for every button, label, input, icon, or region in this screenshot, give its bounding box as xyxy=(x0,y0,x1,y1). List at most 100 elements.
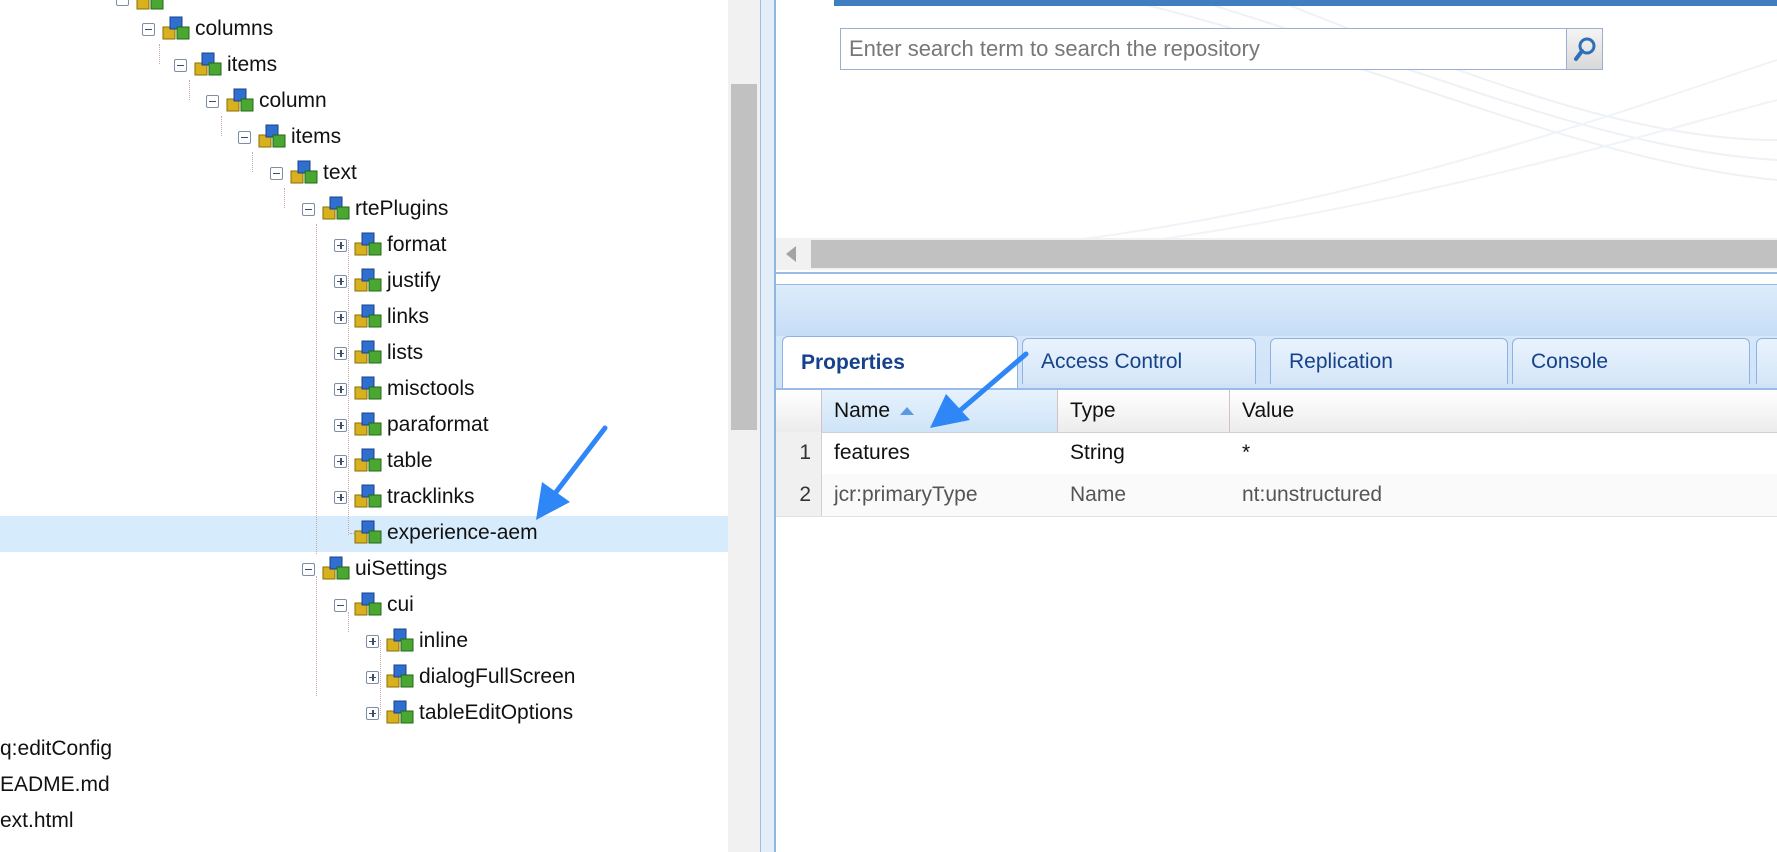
node-icon xyxy=(322,556,350,580)
horizontal-scrollbar-thumb[interactable] xyxy=(811,240,1777,268)
tree-item-editconfig[interactable]: q:editConfig xyxy=(0,732,112,766)
tree-node-text[interactable]: text xyxy=(270,156,357,190)
tree-node-lists[interactable]: lists xyxy=(334,336,423,370)
annotation-arrow xyxy=(536,425,608,520)
property-name[interactable]: features xyxy=(822,432,1058,474)
collapse-icon[interactable] xyxy=(302,202,315,216)
tree-node-column[interactable]: column xyxy=(206,84,327,118)
expand-icon[interactable] xyxy=(334,310,347,324)
tree-node-label: items xyxy=(227,53,278,76)
tree-node-label: paraformat xyxy=(387,413,489,436)
tree-node-dialogFullScreen[interactable]: dialogFullScreen xyxy=(366,660,575,694)
column-header-value[interactable]: Value xyxy=(1230,390,1777,432)
expand-icon[interactable] xyxy=(334,418,347,432)
expand-icon[interactable] xyxy=(334,346,347,360)
property-value[interactable]: nt:unstructured xyxy=(1230,474,1777,516)
tree-guide xyxy=(221,116,222,136)
sort-ascending-icon xyxy=(900,407,915,415)
search-box xyxy=(840,28,1603,70)
tree-node-items-1[interactable]: items xyxy=(174,48,277,82)
property-type[interactable]: Name xyxy=(1058,474,1230,516)
node-icon xyxy=(386,664,414,688)
tree-node-misctools[interactable]: misctools xyxy=(334,372,475,406)
node-icon xyxy=(354,412,382,436)
table-row[interactable]: 1 features String * xyxy=(776,432,1777,475)
tree-guide xyxy=(252,152,253,172)
search-input[interactable] xyxy=(841,29,1566,69)
search-area xyxy=(776,0,1777,274)
tree-node-justify[interactable]: justify xyxy=(334,264,441,298)
table-row[interactable]: 2 jcr:primaryType Name nt:unstructured xyxy=(776,474,1777,517)
expand-icon[interactable] xyxy=(334,454,347,468)
row-number: 2 xyxy=(776,474,822,516)
tree-node-tracklinks[interactable]: tracklinks xyxy=(334,480,475,514)
tab-access-control[interactable]: Access Control xyxy=(1022,338,1256,384)
tree-guide xyxy=(159,44,160,64)
tree-node-label: lists xyxy=(387,341,424,364)
expand-icon[interactable] xyxy=(366,634,379,648)
content-panel: Properties Access Control Replication Co… xyxy=(776,0,1777,852)
row-number-header xyxy=(776,390,822,432)
horizontal-scrollbar[interactable] xyxy=(776,238,1777,270)
tree-node-columns[interactable]: columns xyxy=(142,12,273,46)
search-header-bar xyxy=(834,0,1777,6)
expand-icon[interactable] xyxy=(366,670,379,684)
tree-guide xyxy=(316,224,317,554)
collapse-icon[interactable] xyxy=(238,130,251,144)
tree-node-items-2[interactable]: items xyxy=(238,120,341,154)
tab-replication[interactable]: Replication xyxy=(1270,338,1508,384)
tree-node-label: format xyxy=(387,233,447,256)
node-icon xyxy=(354,448,382,472)
search-button[interactable] xyxy=(1566,29,1602,69)
column-header-type[interactable]: Type xyxy=(1058,390,1230,432)
tree-node-cui[interactable]: cui xyxy=(334,588,414,622)
expand-icon[interactable] xyxy=(334,382,347,396)
collapse-icon[interactable] xyxy=(174,58,187,72)
tree-node-label: uiSettings xyxy=(355,557,448,580)
node-icon xyxy=(194,52,222,76)
node-icon xyxy=(162,16,190,40)
property-value[interactable]: * xyxy=(1230,432,1777,474)
node-icon xyxy=(354,268,382,292)
row-number: 1 xyxy=(776,432,822,474)
tree-scrollbar-thumb[interactable] xyxy=(731,84,757,430)
tree-node-links[interactable]: links xyxy=(334,300,429,334)
expand-icon[interactable] xyxy=(334,238,347,252)
leaf-spacer xyxy=(334,527,347,540)
search-icon xyxy=(1573,37,1595,61)
tree-node-rtePlugins[interactable]: rtePlugins xyxy=(302,192,448,226)
expand-icon[interactable] xyxy=(366,706,379,720)
tree-node-label: cui xyxy=(387,593,414,616)
tree-node-experience-aem[interactable]: experience-aem xyxy=(334,516,538,550)
property-type[interactable]: String xyxy=(1058,432,1230,474)
tree-node-paraformat[interactable]: paraformat xyxy=(334,408,489,442)
tree-node-inline[interactable]: inline xyxy=(366,624,468,658)
node-icon xyxy=(354,304,382,328)
collapse-icon[interactable] xyxy=(116,0,129,6)
tab-console[interactable]: Console xyxy=(1512,338,1750,384)
tree-node-format[interactable]: format xyxy=(334,228,447,262)
node-icon xyxy=(354,484,382,508)
collapse-icon[interactable] xyxy=(334,598,347,612)
collapse-icon[interactable] xyxy=(142,22,155,36)
panel-header xyxy=(776,284,1777,337)
tree-item-readme[interactable]: EADME.md xyxy=(0,768,110,802)
expand-icon[interactable] xyxy=(334,274,347,288)
property-name[interactable]: jcr:primaryType xyxy=(822,474,1058,516)
repository-tree: columns items column items text rtePlugins for… xyxy=(0,0,728,852)
expand-icon[interactable] xyxy=(334,490,347,504)
tree-node-uiSettings[interactable]: uiSettings xyxy=(302,552,447,586)
tree-node-label: tableEditOptions xyxy=(419,701,574,724)
tab-overflow[interactable] xyxy=(1756,338,1777,384)
tree-item-text-html[interactable]: ext.html xyxy=(0,804,74,838)
tree-node-label: rtePlugins xyxy=(355,197,449,220)
collapse-icon[interactable] xyxy=(206,94,219,108)
panel-splitter[interactable] xyxy=(760,0,776,852)
collapse-icon[interactable] xyxy=(270,166,283,180)
collapse-icon[interactable] xyxy=(302,562,315,576)
tree-node-table[interactable]: table xyxy=(334,444,433,478)
tree-node-label: justify xyxy=(387,269,441,292)
tree-node-tableEditOptions[interactable]: tableEditOptions xyxy=(366,696,573,730)
scroll-left-arrow-icon[interactable] xyxy=(786,246,796,262)
node-icon xyxy=(354,340,382,364)
